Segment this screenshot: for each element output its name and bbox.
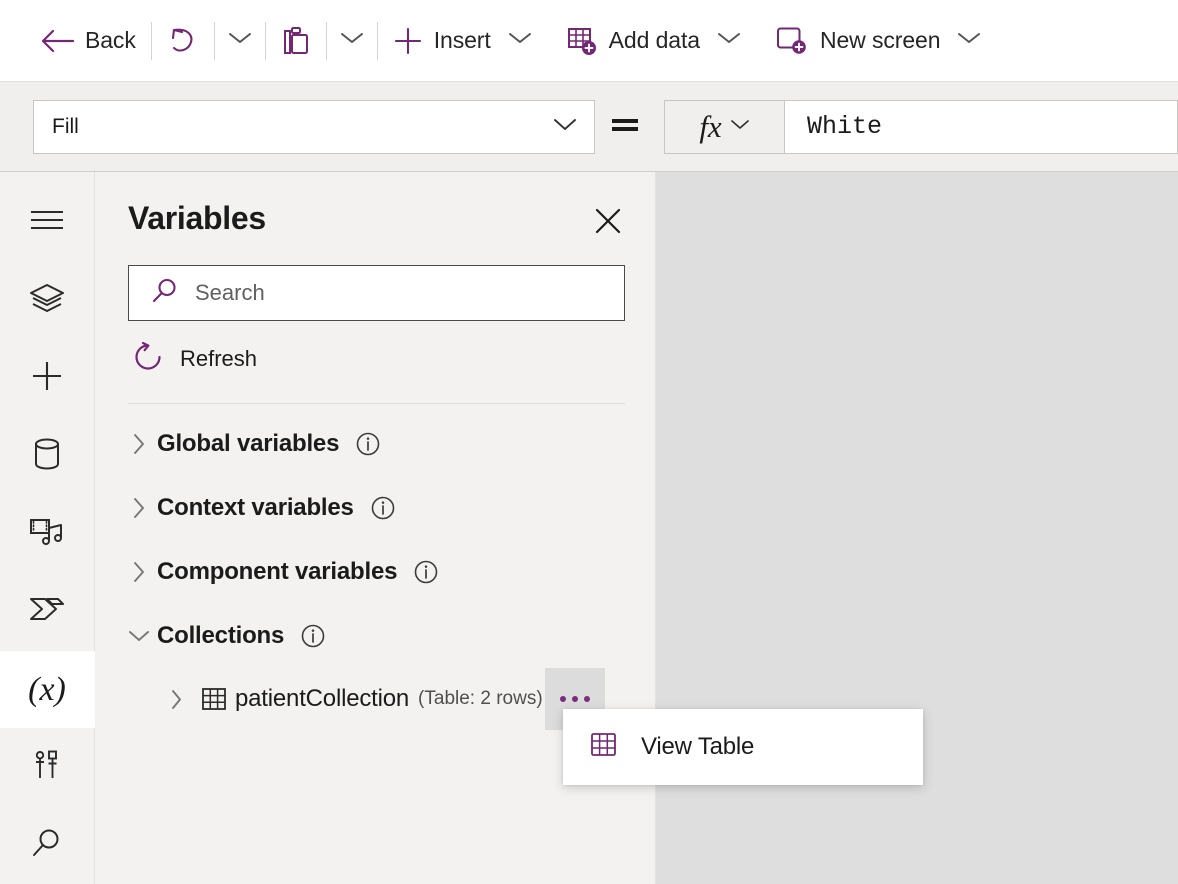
search-icon (31, 827, 63, 864)
insert-label: Insert (433, 27, 491, 53)
refresh-icon (132, 341, 164, 378)
equals-sign (595, 112, 655, 142)
search-box[interactable]: Search (128, 265, 625, 321)
page-title: Variables (128, 200, 266, 236)
chevron-right-icon[interactable] (159, 688, 193, 711)
chevron-down-icon[interactable] (121, 628, 157, 644)
separator (376, 21, 378, 60)
arrow-left-icon (40, 28, 74, 54)
formula-bar: Fill fx White (0, 82, 1178, 172)
plus-icon (393, 26, 423, 56)
info-icon[interactable] (370, 495, 396, 521)
collection-name: patientCollection (235, 685, 410, 712)
chevron-down-icon (730, 118, 750, 136)
variables-tree: Global variables Context variables Compo… (95, 404, 655, 884)
table-grid-icon (589, 730, 619, 765)
rail-item-media[interactable] (0, 495, 95, 573)
property-select[interactable]: Fill (33, 99, 595, 154)
context-menu-item-view-table[interactable]: View Table (641, 733, 754, 761)
rail-item-search[interactable] (0, 806, 95, 884)
rail-item-variables[interactable]: (x) (0, 650, 95, 729)
powerapps-studio: Back Insert Add data New screen Fill fx … (0, 0, 1178, 884)
property-select-value: Fill (52, 114, 79, 138)
tree-view-icon (28, 282, 66, 319)
add-data-table-icon (566, 25, 598, 57)
fx-button[interactable]: fx (664, 99, 784, 154)
close-icon (593, 206, 623, 241)
new-screen-icon (775, 26, 809, 56)
data-icon (32, 437, 62, 476)
dot (571, 696, 578, 702)
menu-icon (29, 208, 65, 237)
command-bar: Back Insert Add data New screen (0, 0, 1178, 82)
variables-panel-header: Variables Search Refresh (95, 172, 655, 404)
tree-group-component-variables[interactable]: Component variables (95, 540, 655, 604)
rail-item-power-automate[interactable] (0, 573, 95, 651)
paste-dropdown-button[interactable] (332, 19, 372, 63)
rail-item-insert[interactable] (0, 340, 95, 418)
chevron-down-icon (228, 31, 252, 50)
chevron-down-icon (340, 31, 364, 50)
new-screen-label: New screen (819, 27, 941, 53)
add-data-label: Add data (608, 27, 700, 53)
collection-meta: (Table: 2 rows) (418, 688, 543, 709)
back-label: Back (85, 27, 136, 53)
formula-input[interactable]: White (784, 99, 1178, 154)
context-menu: View Table (563, 709, 923, 785)
chevron-down-icon (957, 31, 981, 50)
table-grid-icon (193, 685, 235, 713)
chevron-down-icon (508, 31, 532, 50)
panel-title-row: Variables (128, 200, 625, 240)
tree-group-label: Collections (157, 622, 285, 649)
undo-icon (167, 26, 199, 56)
rail-item-menu[interactable] (0, 184, 95, 262)
fx-glyph: fx (699, 108, 722, 144)
variables-icon: (x) (28, 670, 66, 708)
close-panel-button[interactable] (591, 206, 625, 240)
info-icon[interactable] (355, 431, 381, 457)
paste-button[interactable] (271, 15, 321, 67)
separator (213, 21, 215, 60)
dot (559, 696, 566, 702)
back-button[interactable]: Back (30, 15, 146, 67)
insert-icon (30, 359, 64, 398)
search-icon (151, 277, 179, 310)
tree-group-label: Global variables (157, 430, 340, 457)
undo-button[interactable] (157, 15, 209, 67)
tree-group-collections[interactable]: Collections (95, 604, 655, 668)
refresh-button[interactable]: Refresh (132, 337, 625, 381)
media-icon (29, 516, 65, 553)
insert-button[interactable]: Insert (383, 15, 542, 67)
power-automate-icon (28, 594, 66, 629)
chevron-down-icon (717, 31, 741, 50)
refresh-label: Refresh (180, 346, 258, 371)
search-input[interactable]: Search (195, 280, 265, 306)
undo-dropdown-button[interactable] (220, 19, 260, 63)
tree-group-label: Component variables (157, 558, 398, 585)
tools-icon (32, 748, 62, 787)
new-screen-button[interactable]: New screen (765, 15, 991, 67)
left-rail: (x) (0, 172, 95, 884)
separator (150, 21, 152, 60)
tree-group-label: Context variables (157, 494, 354, 521)
rail-item-tree-view[interactable] (0, 262, 95, 340)
dot (583, 696, 590, 702)
chevron-right-icon[interactable] (121, 496, 157, 520)
separator (264, 21, 266, 60)
tree-group-global-variables[interactable]: Global variables (95, 412, 655, 476)
separator (325, 21, 327, 60)
chevron-right-icon[interactable] (121, 432, 157, 456)
formula-input-group: fx White (664, 99, 1178, 154)
tree-group-context-variables[interactable]: Context variables (95, 476, 655, 540)
info-icon[interactable] (300, 623, 326, 649)
rail-item-tools[interactable] (0, 728, 95, 806)
chevron-down-icon (552, 116, 578, 137)
info-icon[interactable] (413, 559, 439, 585)
rail-item-data[interactable] (0, 417, 95, 495)
add-data-button[interactable]: Add data (556, 15, 751, 67)
chevron-right-icon[interactable] (121, 560, 157, 584)
clipboard-paste-icon (281, 25, 311, 57)
workspace: (x) Variables Search Refresh Global vari… (0, 172, 1178, 884)
